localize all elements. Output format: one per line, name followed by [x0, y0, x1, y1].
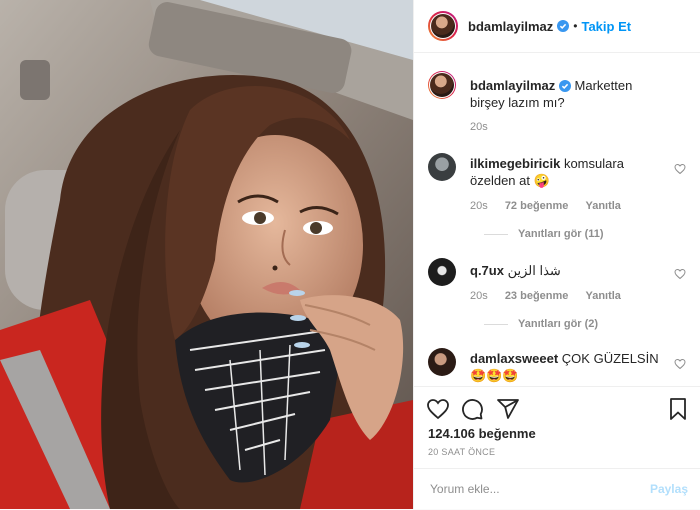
caption-avatar[interactable]	[428, 71, 456, 99]
view-replies-button[interactable]: Yanıtları gör (2)	[484, 318, 598, 330]
follow-button[interactable]: Takip Et	[581, 19, 631, 34]
comment-text: q.7ux شذا الزين	[470, 262, 662, 279]
view-replies-label: Yanıtları gör (11)	[518, 228, 604, 240]
comment-item: ilkimegebiricik komsulara özelden at 🤪 2…	[428, 153, 686, 243]
post-comment-button[interactable]: Paylaş	[650, 482, 688, 496]
reply-button[interactable]: Yanıtla	[585, 200, 620, 212]
comments-list[interactable]: bdamlayilmaz Marketten birşey lazım mı? …	[414, 53, 700, 386]
post-timestamp[interactable]: 20 SAAT ÖNCE	[428, 447, 495, 457]
view-replies-button[interactable]: Yanıtları gör (11)	[484, 228, 604, 240]
caption-username[interactable]: bdamlayilmaz	[470, 78, 555, 93]
likes-count[interactable]: 124.106 beğenme	[428, 426, 536, 441]
comment-likes[interactable]: 72 beğenme	[505, 200, 569, 212]
view-replies-label: Yanıtları gör (2)	[518, 318, 599, 330]
comment-meta: 20s 72 beğenme Yanıtla	[470, 200, 635, 212]
comment-username[interactable]: q.7ux	[470, 263, 504, 278]
comment-time[interactable]: 20s	[470, 200, 488, 212]
replies-line	[484, 233, 508, 235]
comment-avatar[interactable]	[428, 348, 456, 376]
comment-username[interactable]: damlaxsweeet	[470, 351, 558, 366]
instagram-post: bdamlayilmaz • Takip Et bdamlayilmaz Mar…	[0, 0, 700, 509]
author-avatar[interactable]	[428, 11, 458, 41]
caption-meta: 20s	[470, 121, 502, 133]
verified-badge-icon	[557, 20, 570, 32]
comment-time[interactable]: 20s	[470, 290, 488, 302]
verified-badge-icon	[558, 80, 571, 92]
comment-avatar[interactable]	[428, 258, 456, 286]
heart-icon[interactable]	[674, 268, 686, 280]
comment-meta: 20s 23 beğenme Yanıtla	[470, 290, 635, 302]
comment-item: damlaxsweeet ÇOK GÜZELSİN🤩🤩🤩	[428, 348, 686, 386]
selfie-image	[0, 0, 413, 509]
caption: bdamlayilmaz Marketten birşey lazım mı? …	[428, 71, 686, 141]
comment-text: damlaxsweeet ÇOK GÜZELSİN🤩🤩🤩	[470, 350, 662, 384]
comment-body: شذا الزين	[507, 263, 561, 278]
comment-likes[interactable]: 23 beğenme	[505, 290, 569, 302]
comment-input[interactable]	[428, 481, 632, 497]
heart-icon[interactable]	[674, 358, 686, 370]
post-header: bdamlayilmaz • Takip Et	[414, 0, 700, 53]
comment-text: ilkimegebiricik komsulara özelden at 🤪	[470, 155, 662, 189]
heart-icon[interactable]	[426, 397, 450, 421]
bookmark-icon[interactable]	[666, 397, 690, 421]
comment-item: q.7ux شذا الزين 20s 23 beğenme Yanıtla Y…	[428, 258, 686, 348]
comment-box: Paylaş	[414, 468, 700, 510]
author-username[interactable]: bdamlayilmaz	[468, 19, 553, 34]
reply-button[interactable]: Yanıtla	[585, 290, 620, 302]
share-icon[interactable]	[496, 397, 520, 421]
comment-icon[interactable]	[460, 397, 484, 421]
post-side-panel: bdamlayilmaz • Takip Et bdamlayilmaz Mar…	[413, 0, 700, 509]
comment-username[interactable]: ilkimegebiricik	[470, 156, 560, 171]
caption-time[interactable]: 20s	[470, 121, 488, 133]
heart-icon[interactable]	[674, 163, 686, 175]
comment-avatar[interactable]	[428, 153, 456, 181]
header-separator: •	[573, 19, 578, 33]
post-photo[interactable]	[0, 0, 413, 509]
replies-line	[484, 323, 508, 325]
caption-text: bdamlayilmaz Marketten birşey lazım mı?	[470, 77, 662, 111]
